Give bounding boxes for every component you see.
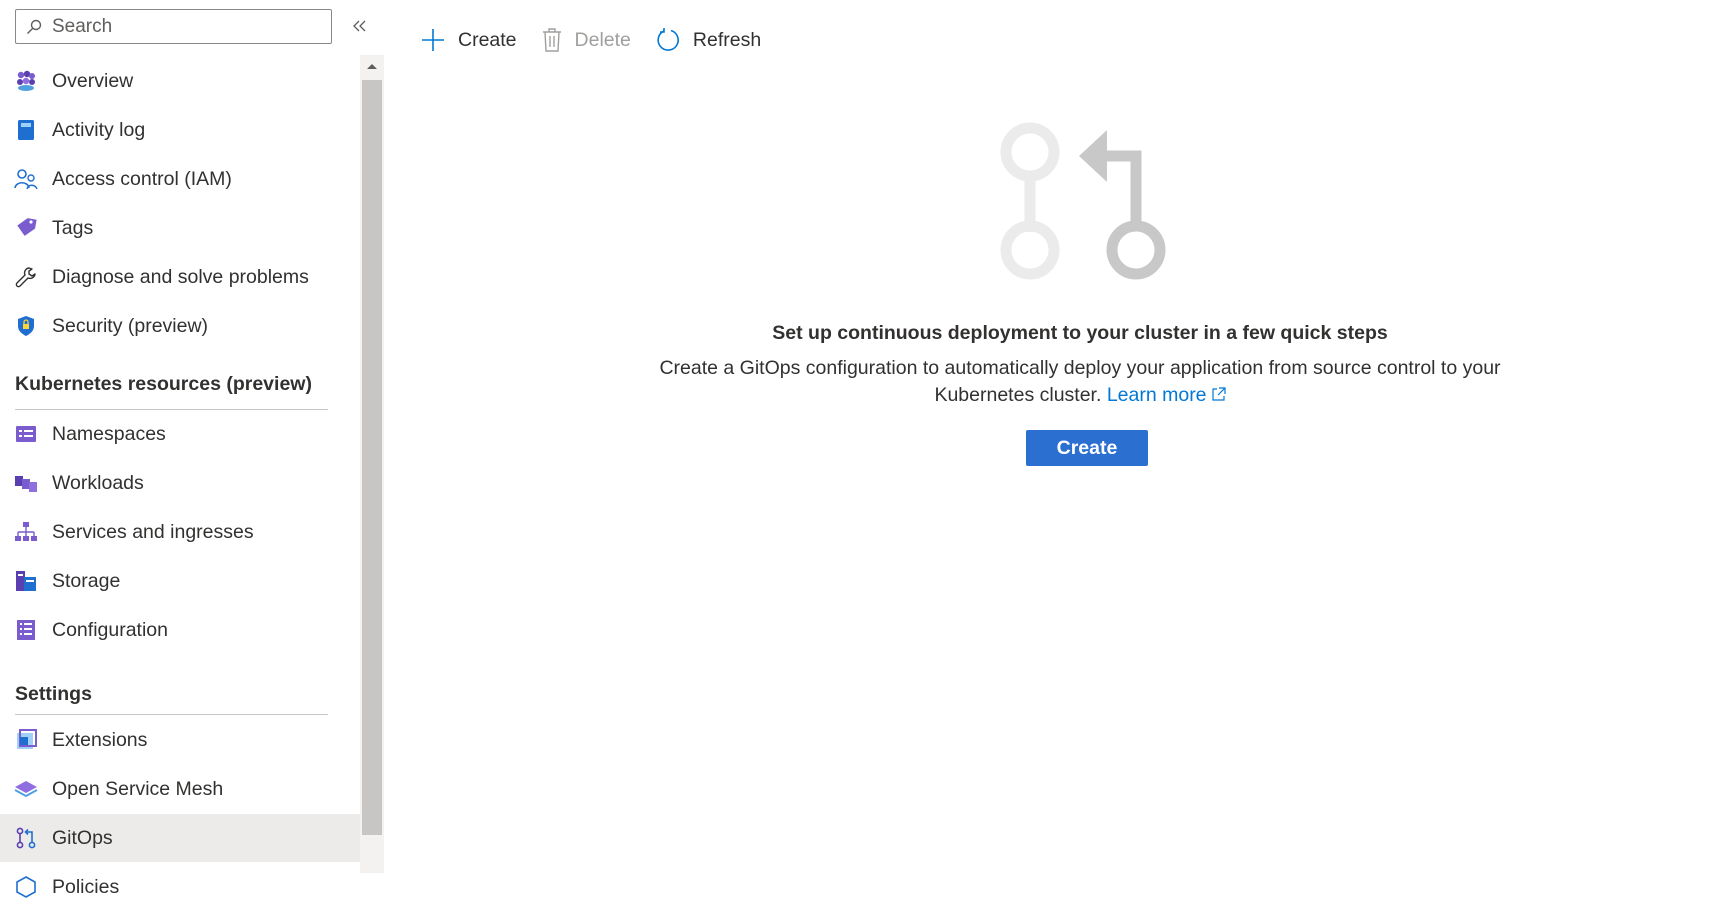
nav-item-storage[interactable]: Storage (0, 557, 360, 605)
nav-item-label: Storage (52, 569, 121, 592)
nav-item-label: Activity log (52, 118, 146, 141)
activity-log-icon (14, 119, 38, 141)
nav-item-label: Policies (52, 875, 120, 898)
refresh-command-button[interactable]: Refresh (655, 27, 761, 53)
nav-item-gitops[interactable]: GitOps (0, 814, 360, 862)
nav-item-label: Tags (52, 216, 94, 239)
overview-icon (14, 70, 38, 92)
learn-more-link[interactable]: Learn more (1107, 384, 1226, 406)
section-header-settings: Settings (15, 683, 92, 705)
nav-item-configuration[interactable]: Configuration (0, 606, 360, 654)
namespaces-icon (14, 423, 38, 445)
empty-state-text: Create a GitOps configuration to automat… (659, 357, 1501, 406)
services-icon (14, 521, 38, 543)
nav-item-services[interactable]: Services and ingresses (0, 508, 360, 556)
shield-icon (14, 315, 38, 337)
nav-item-label: GitOps (52, 826, 113, 849)
nav-item-tags[interactable]: Tags (0, 204, 360, 252)
nav-item-label: Access control (IAM) (52, 167, 232, 190)
nav-item-label: Workloads (52, 471, 144, 494)
delete-command-button[interactable]: Delete (541, 27, 631, 53)
menu-scrollbar[interactable] (360, 55, 384, 873)
nav-item-access-control[interactable]: Access control (IAM) (0, 155, 360, 203)
storage-icon (14, 570, 38, 592)
wrench-icon (14, 266, 38, 288)
scrollbar-thumb[interactable] (362, 80, 382, 835)
nav-item-label: Security (preview) (52, 314, 209, 337)
nav-item-activity-log[interactable]: Activity log (0, 106, 360, 154)
search-icon (27, 19, 42, 34)
empty-state-title: Set up continuous deployment to your clu… (772, 322, 1388, 344)
nav-item-label: Overview (52, 69, 134, 92)
command-bar: Create Delete Refresh (420, 20, 785, 60)
section-divider (15, 714, 328, 715)
resource-menu: Overview Activity log Access control (IA… (0, 0, 388, 898)
nav-item-workloads[interactable]: Workloads (0, 459, 360, 507)
nav-item-policies[interactable]: Policies (0, 863, 360, 911)
configuration-icon (14, 619, 38, 641)
access-control-icon (14, 168, 38, 190)
nav-item-label: Diagnose and solve problems (52, 265, 309, 288)
scroll-up-button[interactable] (360, 57, 384, 75)
nav-item-overview[interactable]: Overview (0, 57, 360, 105)
search-box[interactable] (15, 9, 332, 44)
gitops-illustration-icon (1000, 122, 1166, 280)
external-link-icon (1211, 387, 1226, 401)
policies-icon (14, 876, 38, 898)
double-chevron-left-icon (353, 20, 366, 32)
delete-command-label: Delete (574, 28, 631, 51)
create-command-button[interactable]: Create (420, 27, 517, 53)
nav-item-extensions[interactable]: Extensions (0, 716, 360, 764)
create-configuration-button[interactable]: Create (1026, 430, 1148, 466)
nav-item-label: Open Service Mesh (52, 777, 224, 800)
plus-icon (422, 29, 444, 51)
nav-item-namespaces[interactable]: Namespaces (0, 410, 360, 458)
refresh-command-label: Refresh (692, 28, 762, 51)
empty-state-description: Create a GitOps configuration to automat… (640, 355, 1520, 409)
search-input[interactable] (50, 14, 314, 39)
workloads-icon (14, 472, 38, 494)
refresh-icon (657, 28, 679, 51)
section-header-kubernetes: Kubernetes resources (preview) (15, 373, 312, 395)
trash-icon (542, 28, 561, 52)
nav-item-security[interactable]: Security (preview) (0, 302, 360, 350)
create-command-label: Create (458, 28, 517, 51)
nav-item-label: Services and ingresses (52, 520, 254, 543)
caret-up-icon (367, 64, 377, 69)
extensions-icon (14, 729, 38, 751)
nav-item-label: Configuration (52, 618, 168, 641)
nav-item-label: Namespaces (52, 422, 166, 445)
nav-item-label: Extensions (52, 728, 148, 751)
gitops-icon (14, 827, 38, 849)
tag-icon (14, 217, 38, 239)
nav-item-open-service-mesh[interactable]: Open Service Mesh (0, 765, 360, 813)
service-mesh-icon (14, 778, 38, 800)
collapse-menu-button[interactable] (351, 16, 369, 36)
learn-more-label: Learn more (1106, 384, 1207, 406)
nav-item-diagnose[interactable]: Diagnose and solve problems (0, 253, 360, 301)
